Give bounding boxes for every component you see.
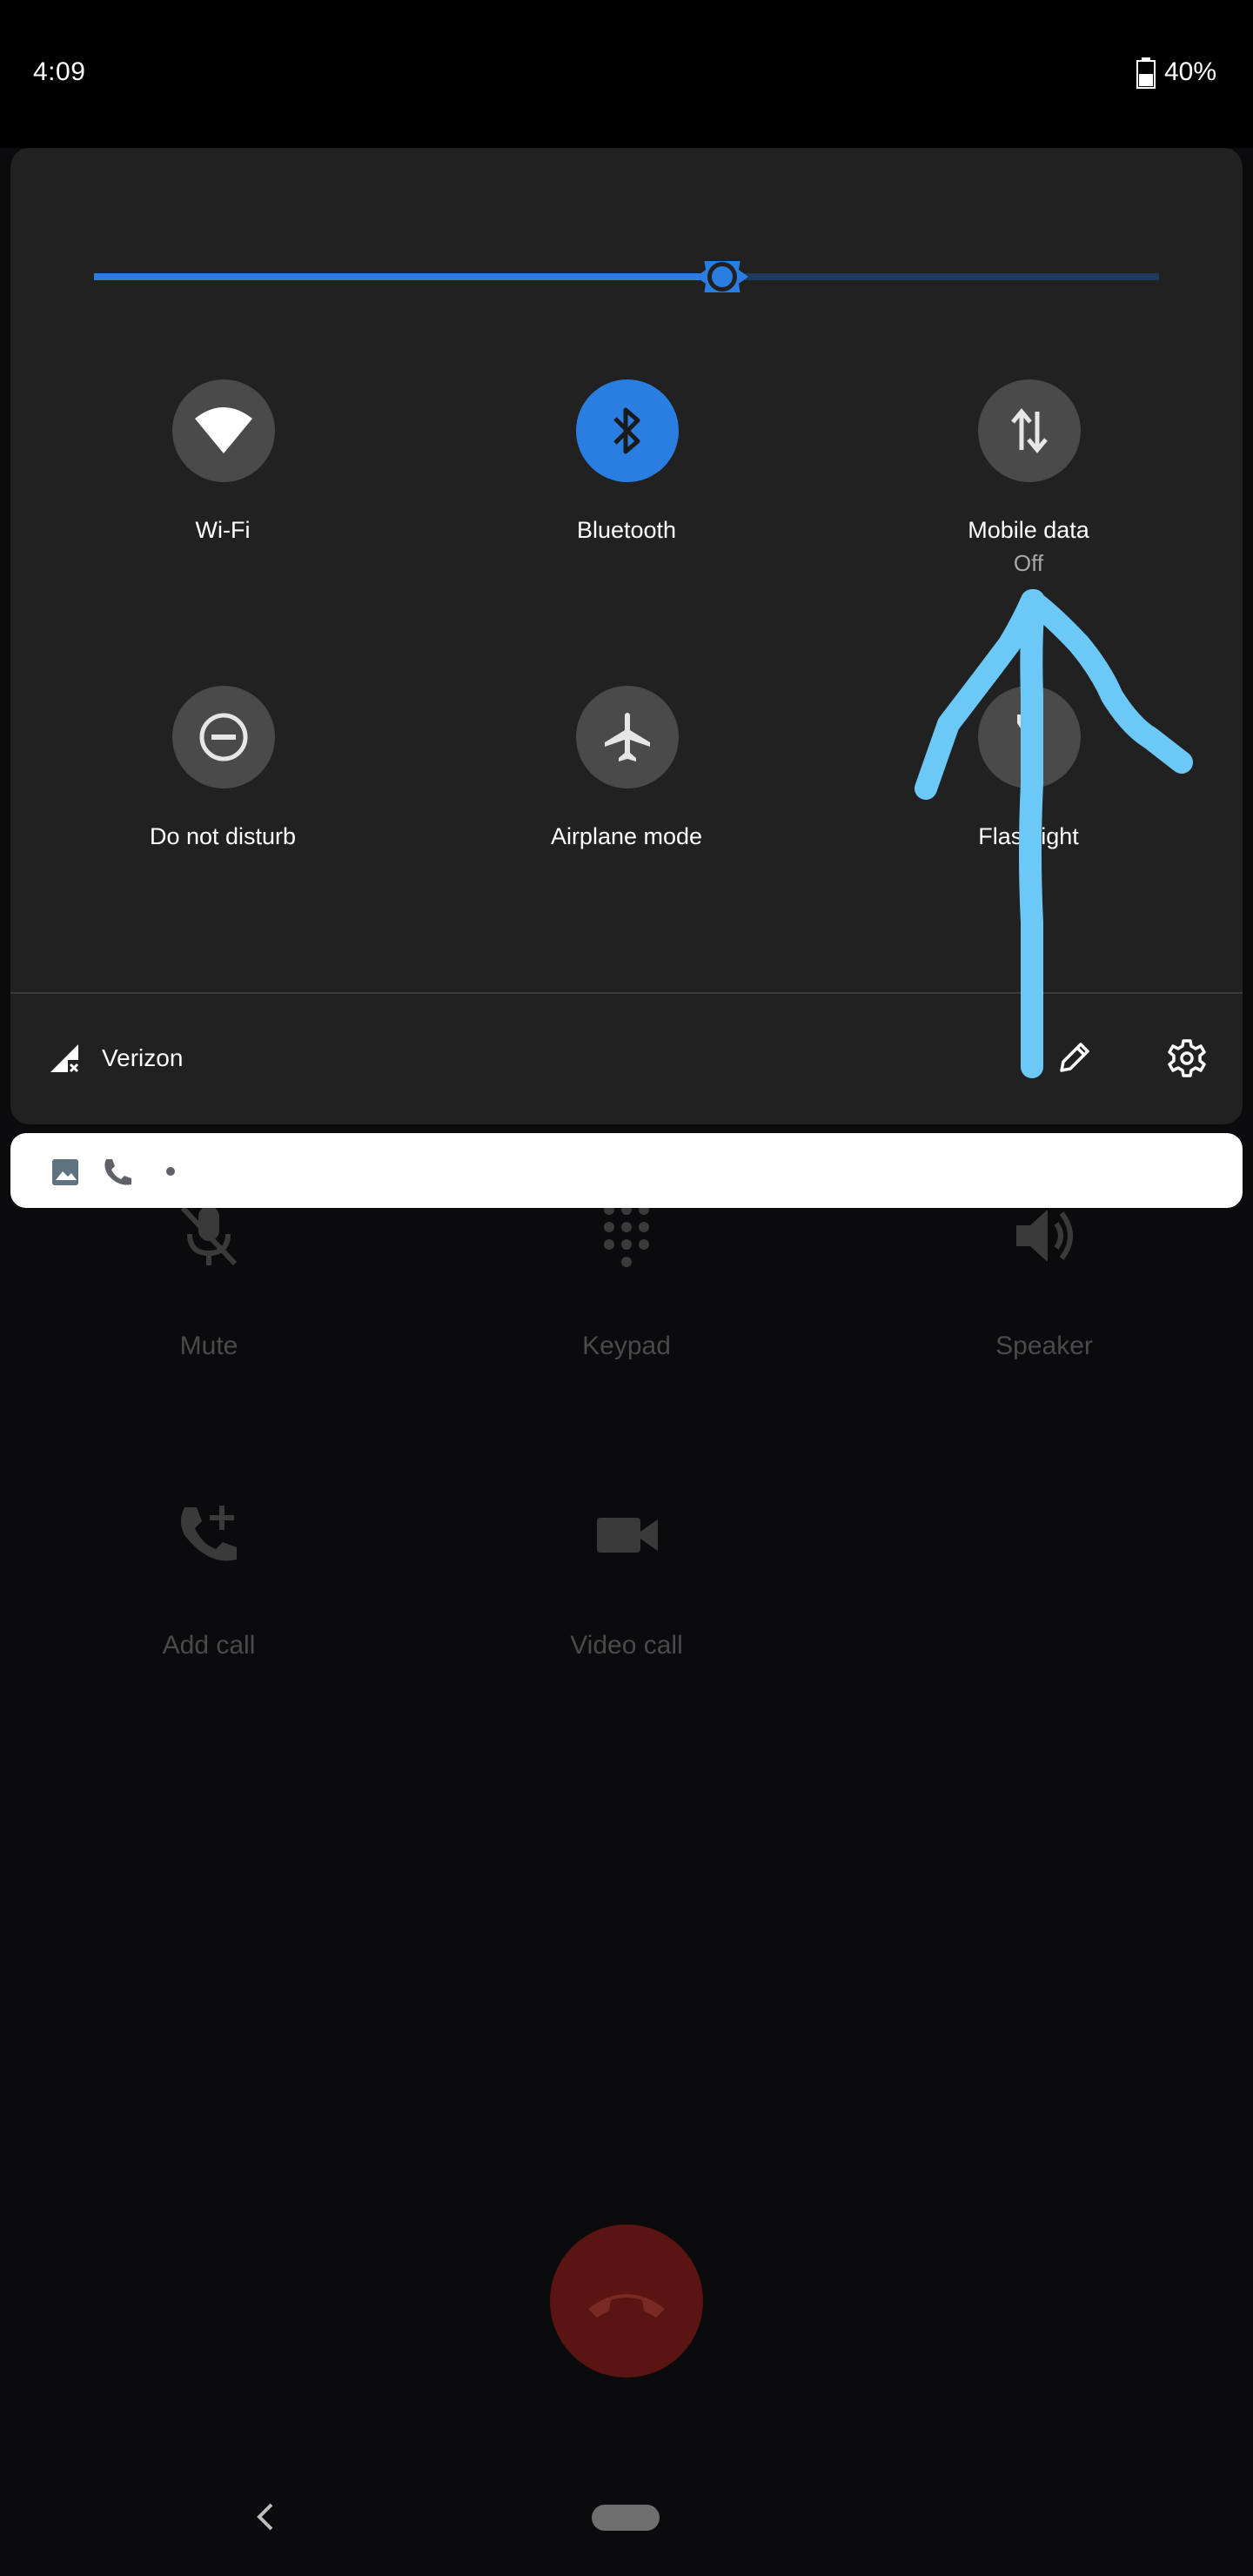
tile-label: Do not disturb <box>149 823 297 849</box>
home-pill[interactable] <box>592 2505 660 2531</box>
flashlight-tile-button[interactable] <box>978 686 1081 788</box>
tile-label: Mobile data <box>968 517 1089 543</box>
back-icon[interactable] <box>252 2498 278 2536</box>
dialpad-icon <box>604 1204 649 1267</box>
tile-label: Bluetooth <box>576 517 677 543</box>
quick-settings-panel <box>10 148 1243 1124</box>
video-camera-icon <box>597 1518 658 1553</box>
mic-off-icon <box>180 1205 238 1266</box>
mobile-data-tile-button[interactable] <box>978 379 1081 482</box>
tile-mobile-data[interactable]: Mobile data Off <box>872 379 1185 576</box>
status-clock: 4:09 <box>33 57 86 86</box>
battery-percentage: 40% <box>1164 57 1217 86</box>
tile-label: Wi-Fi <box>195 517 251 543</box>
end-call-button[interactable] <box>550 2224 703 2378</box>
end-call-icon <box>588 2294 665 2318</box>
status-bar <box>0 0 1253 148</box>
phone-icon <box>104 1159 131 1185</box>
brightness-icon[interactable] <box>696 261 748 292</box>
airplane-tile-button[interactable] <box>576 686 679 788</box>
carrier-name: Verizon <box>102 1044 184 1071</box>
battery-icon <box>1136 57 1156 89</box>
tile-label: Airplane mode <box>550 823 703 849</box>
bluetooth-tile-button[interactable] <box>576 379 679 482</box>
speaker-button[interactable]: Speaker <box>888 1201 1201 1375</box>
video-call-label: Video call <box>570 1631 683 1660</box>
tile-label: Flashlight <box>978 823 1079 849</box>
keypad-button[interactable]: Keypad <box>470 1201 783 1375</box>
speaker-icon <box>1016 1210 1073 1262</box>
edit-pencil-icon[interactable] <box>1055 1037 1095 1077</box>
tile-sublabel: Off <box>1013 550 1044 576</box>
settings-gear-icon[interactable] <box>1166 1037 1208 1079</box>
tile-bluetooth[interactable]: Bluetooth <box>470 379 783 553</box>
airplane-icon <box>605 713 650 761</box>
bluetooth-icon <box>613 407 640 454</box>
tile-airplane-mode[interactable]: Airplane mode <box>470 686 783 860</box>
brightness-slider[interactable] <box>94 261 1159 292</box>
add-call-icon <box>181 1506 237 1561</box>
add-call-button[interactable]: Add call <box>52 1500 365 1674</box>
do-not-disturb-icon <box>199 713 248 761</box>
signal-no-service-icon <box>50 1044 79 1073</box>
image-icon <box>52 1159 78 1185</box>
flashlight-icon <box>1017 714 1042 760</box>
divider <box>10 992 1243 994</box>
dnd-tile-button[interactable] <box>172 686 275 788</box>
speaker-label: Speaker <box>995 1332 1093 1360</box>
add-call-label: Add call <box>162 1631 256 1660</box>
tile-do-not-disturb[interactable]: Do not disturb <box>66 686 379 860</box>
wifi-icon <box>195 407 252 453</box>
wifi-tile-button[interactable] <box>172 379 275 482</box>
keypad-label: Keypad <box>582 1332 671 1360</box>
video-call-button[interactable]: Video call <box>470 1500 783 1674</box>
mute-button[interactable]: Mute <box>52 1201 365 1375</box>
mute-label: Mute <box>179 1332 238 1360</box>
mobile-data-icon <box>1011 408 1048 453</box>
tile-wifi[interactable]: Wi-Fi <box>66 379 379 553</box>
tile-flashlight[interactable]: Flashlight <box>872 686 1185 860</box>
ongoing-notification-bar[interactable] <box>10 1133 1243 1208</box>
more-notifications-dot <box>166 1167 175 1176</box>
